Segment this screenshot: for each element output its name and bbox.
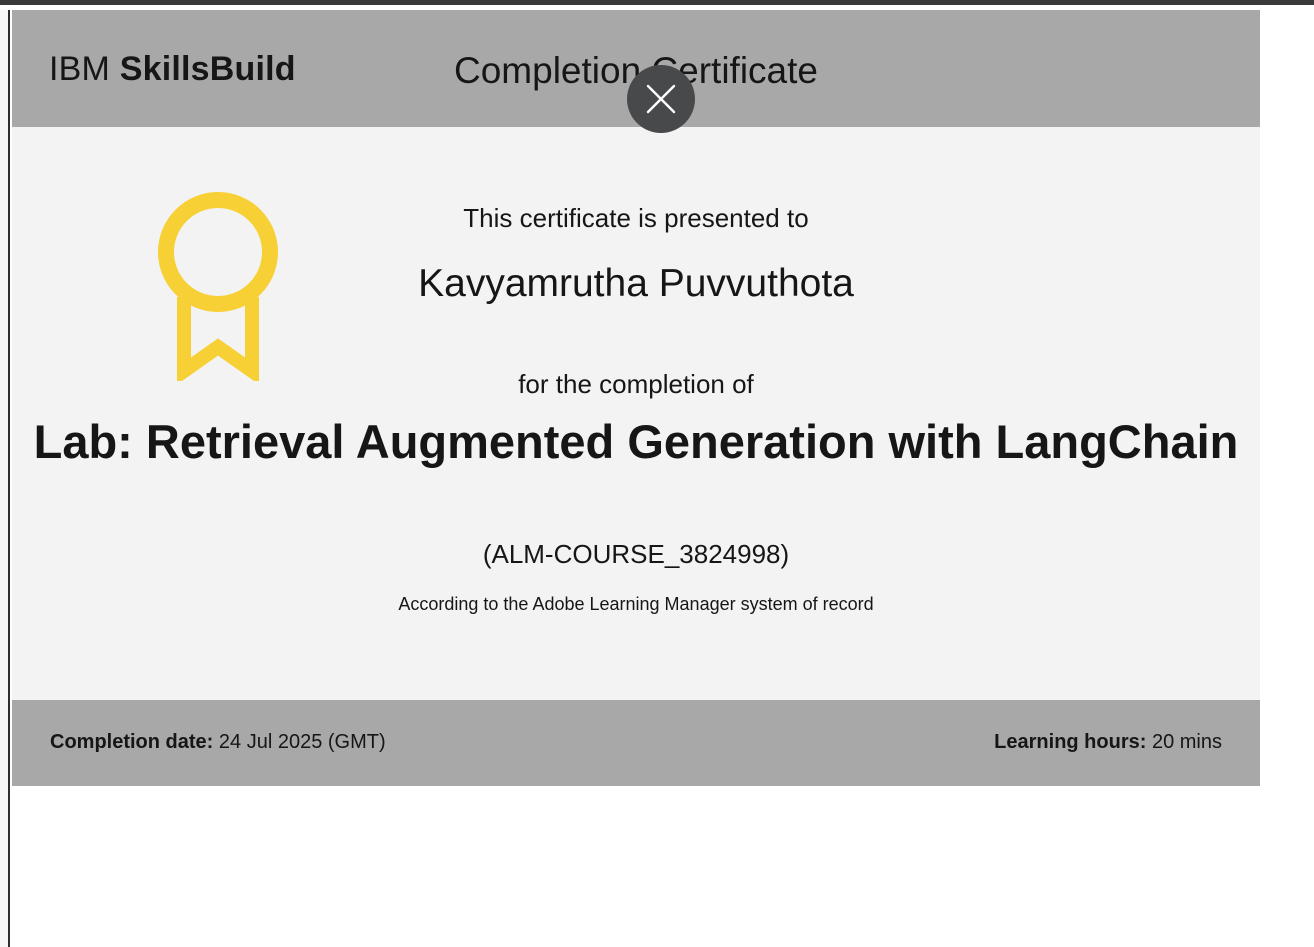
close-button[interactable] [627, 65, 695, 133]
completion-date-label: Completion date: [50, 731, 214, 753]
brand-prefix: IBM [49, 50, 111, 88]
learning-hours-label: Learning hours: [994, 731, 1147, 753]
course-code: (ALM-COURSE_3824998) [482, 539, 790, 569]
presented-to-text: This certificate is presented to [463, 203, 809, 233]
for-completion-text: for the completion of [518, 369, 754, 399]
course-title: Lab: Retrieval Augmented Generation with… [33, 415, 1239, 468]
close-icon [646, 84, 676, 114]
brand-logo: IBM SkillsBuild [49, 50, 296, 89]
learning-hours-value: 20 mins [1151, 731, 1222, 753]
recipient-name: Kavyamrutha Puvvuthota [418, 262, 854, 305]
window-left-edge [0, 10, 10, 947]
certificate: IBM SkillsBuild Completion Certificate T… [12, 10, 1260, 786]
brand-name: SkillsBuild [119, 50, 296, 88]
viewer-frame: IBM SkillsBuild Completion Certificate T… [0, 0, 1314, 947]
record-note: According to the Adobe Learning Manager … [398, 594, 874, 614]
completion-date-value: 24 Jul 2025 (GMT) [218, 731, 386, 753]
completion-date: Completion date: 24 Jul 2025 (GMT) [50, 731, 386, 754]
learning-hours: Learning hours: 20 mins [994, 731, 1222, 754]
certificate-footer: Completion date: 24 Jul 2025 (GMT) Learn… [12, 700, 1260, 786]
